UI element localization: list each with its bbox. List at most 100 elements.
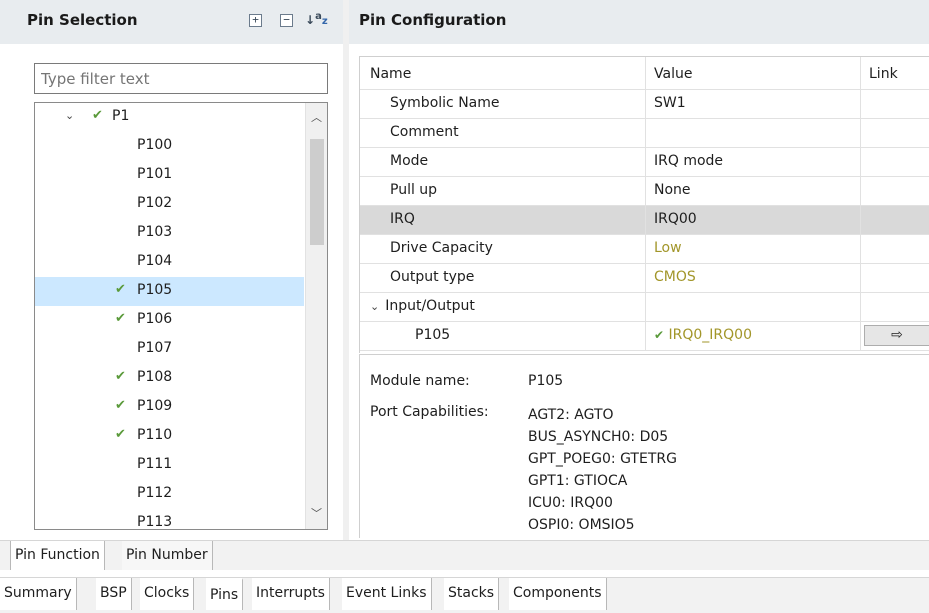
row-value[interactable]: IRQ00 [646, 206, 861, 234]
row-value[interactable]: None [646, 177, 861, 205]
row-value [646, 293, 861, 321]
tree-item-label: P102 [137, 195, 173, 211]
scroll-up-icon[interactable]: ︿ [306, 109, 327, 125]
table-row-selected[interactable]: IRQ IRQ00 [360, 206, 929, 235]
capability-item: OSPI0: OMSIO5 [528, 517, 635, 533]
sort-az-icon[interactable]: ↓az [305, 11, 328, 27]
panel-divider[interactable] [343, 0, 349, 540]
pin-tree: ⌄ ✔ P1 P100 P101 P102 P103 P104 ✔ P105 ✔… [34, 102, 328, 530]
row-name: IRQ [360, 206, 646, 234]
table-row-group[interactable]: ⌄ Input/Output [360, 293, 929, 322]
table-row[interactable]: Mode IRQ mode [360, 148, 929, 177]
tab-interrupts[interactable]: Interrupts [252, 578, 330, 610]
tab-components[interactable]: Components [509, 578, 607, 610]
row-name: Mode [360, 148, 646, 176]
tab-stacks[interactable]: Stacks [444, 578, 500, 610]
table-row[interactable]: Comment [360, 119, 929, 148]
row-name: Symbolic Name [360, 90, 646, 118]
link-button[interactable]: ⇨ [864, 325, 929, 346]
tree-item-label: P109 [137, 398, 173, 414]
tab-event-links[interactable]: Event Links [342, 578, 432, 610]
expand-all-icon[interactable]: + [249, 14, 262, 27]
tree-item-label: P112 [137, 485, 173, 501]
tree-item-p103[interactable]: P103 [35, 219, 304, 248]
tree-item-p113[interactable]: P113 [35, 509, 304, 529]
table-row[interactable]: Pull up None [360, 177, 929, 206]
tree-item-label: P101 [137, 166, 173, 182]
port-capabilities-list: AGT2: AGTO BUS_ASYNCH0: D05 GPT_POEG0: G… [528, 404, 677, 536]
check-icon: ✔ [115, 311, 126, 326]
tree-item-p101[interactable]: P101 [35, 161, 304, 190]
tree-item-p110[interactable]: ✔ P110 [35, 422, 304, 451]
column-header-link[interactable]: Link [861, 57, 929, 89]
filter-input[interactable] [34, 63, 328, 94]
scroll-down-icon[interactable]: ﹀ [306, 505, 327, 521]
table-row[interactable]: Symbolic Name SW1 [360, 90, 929, 119]
tab-pin-function[interactable]: Pin Function [10, 541, 105, 570]
tree-item-label: P100 [137, 137, 173, 153]
row-name: P105 [360, 322, 646, 350]
scroll-thumb[interactable] [310, 139, 324, 245]
row-link [861, 206, 929, 234]
pin-config-table: Name Value Link Symbolic Name SW1 Commen… [359, 56, 929, 353]
row-link [861, 119, 929, 147]
tree-item-p1[interactable]: ⌄ ✔ P1 [35, 103, 304, 132]
tab-pin-number[interactable]: Pin Number [122, 541, 213, 570]
row-name: Output type [360, 264, 646, 292]
row-link [861, 90, 929, 118]
tab-pins[interactable]: Pins [206, 578, 244, 610]
pin-configuration-header: Pin Configuration [349, 0, 929, 44]
table-row[interactable]: Drive Capacity Low [360, 235, 929, 264]
tree-item-p105[interactable]: ✔ P105 [35, 277, 304, 306]
collapse-all-icon[interactable]: − [280, 14, 293, 27]
tree-item-label: P110 [137, 427, 173, 443]
capability-item: BUS_ASYNCH0: D05 [528, 429, 669, 445]
table-header-row: Name Value Link [360, 57, 929, 90]
pin-selection-title: Pin Selection [27, 11, 138, 29]
tree-item-label: P108 [137, 369, 173, 385]
row-name: Comment [360, 119, 646, 147]
tree-item-p104[interactable]: P104 [35, 248, 304, 277]
tree-scrollbar[interactable]: ︿ ﹀ [305, 103, 327, 529]
tree-item-p107[interactable]: P107 [35, 335, 304, 364]
row-link [861, 235, 929, 263]
editor-tabs: Summary BSP Clocks Pins Interrupts Event… [0, 577, 929, 613]
tree-item-p102[interactable]: P102 [35, 190, 304, 219]
tree-item-label: P104 [137, 253, 173, 269]
capability-item: GPT1: GTIOCA [528, 473, 628, 489]
column-header-name[interactable]: Name [360, 57, 646, 89]
tree-item-label: P105 [137, 282, 173, 298]
tree-item-p108[interactable]: ✔ P108 [35, 364, 304, 393]
row-value[interactable]: ✔ IRQ0_IRQ00 [646, 322, 861, 350]
capability-item: ICU0: IRQ00 [528, 495, 613, 511]
table-row[interactable]: P105 ✔ IRQ0_IRQ00 ⇨ [360, 322, 929, 351]
pin-view-tabs: Pin Function Pin Number [0, 540, 929, 570]
tree-item-p100[interactable]: P100 [35, 132, 304, 161]
capability-item: GPT_POEG0: GTETRG [528, 451, 677, 467]
tab-summary[interactable]: Summary [0, 578, 77, 610]
tree-item-p112[interactable]: P112 [35, 480, 304, 509]
row-value[interactable]: SW1 [646, 90, 861, 118]
column-header-value[interactable]: Value [646, 57, 861, 89]
row-value[interactable] [646, 119, 861, 147]
row-name: Pull up [360, 177, 646, 205]
row-link [861, 148, 929, 176]
arrow-right-icon: ⇨ [891, 327, 903, 343]
chevron-down-icon[interactable]: ⌄ [65, 109, 74, 122]
tree-item-p109[interactable]: ✔ P109 [35, 393, 304, 422]
row-value[interactable]: CMOS [646, 264, 861, 292]
tab-clocks[interactable]: Clocks [140, 578, 195, 610]
module-name-value: P105 [528, 373, 564, 389]
table-row[interactable]: Output type CMOS [360, 264, 929, 293]
row-value[interactable]: Low [646, 235, 861, 263]
check-icon: ✔ [115, 398, 126, 413]
chevron-down-icon[interactable]: ⌄ [370, 300, 379, 313]
tab-bsp[interactable]: BSP [96, 578, 132, 610]
check-icon: ✔ [115, 282, 126, 297]
pin-details-panel: Module name: P105 Port Capabilities: AGT… [359, 354, 929, 538]
tree-item-p106[interactable]: ✔ P106 [35, 306, 304, 335]
tree-item-p111[interactable]: P111 [35, 451, 304, 480]
row-value[interactable]: IRQ mode [646, 148, 861, 176]
tree-item-label: P103 [137, 224, 173, 240]
module-name-label: Module name: [370, 373, 470, 389]
